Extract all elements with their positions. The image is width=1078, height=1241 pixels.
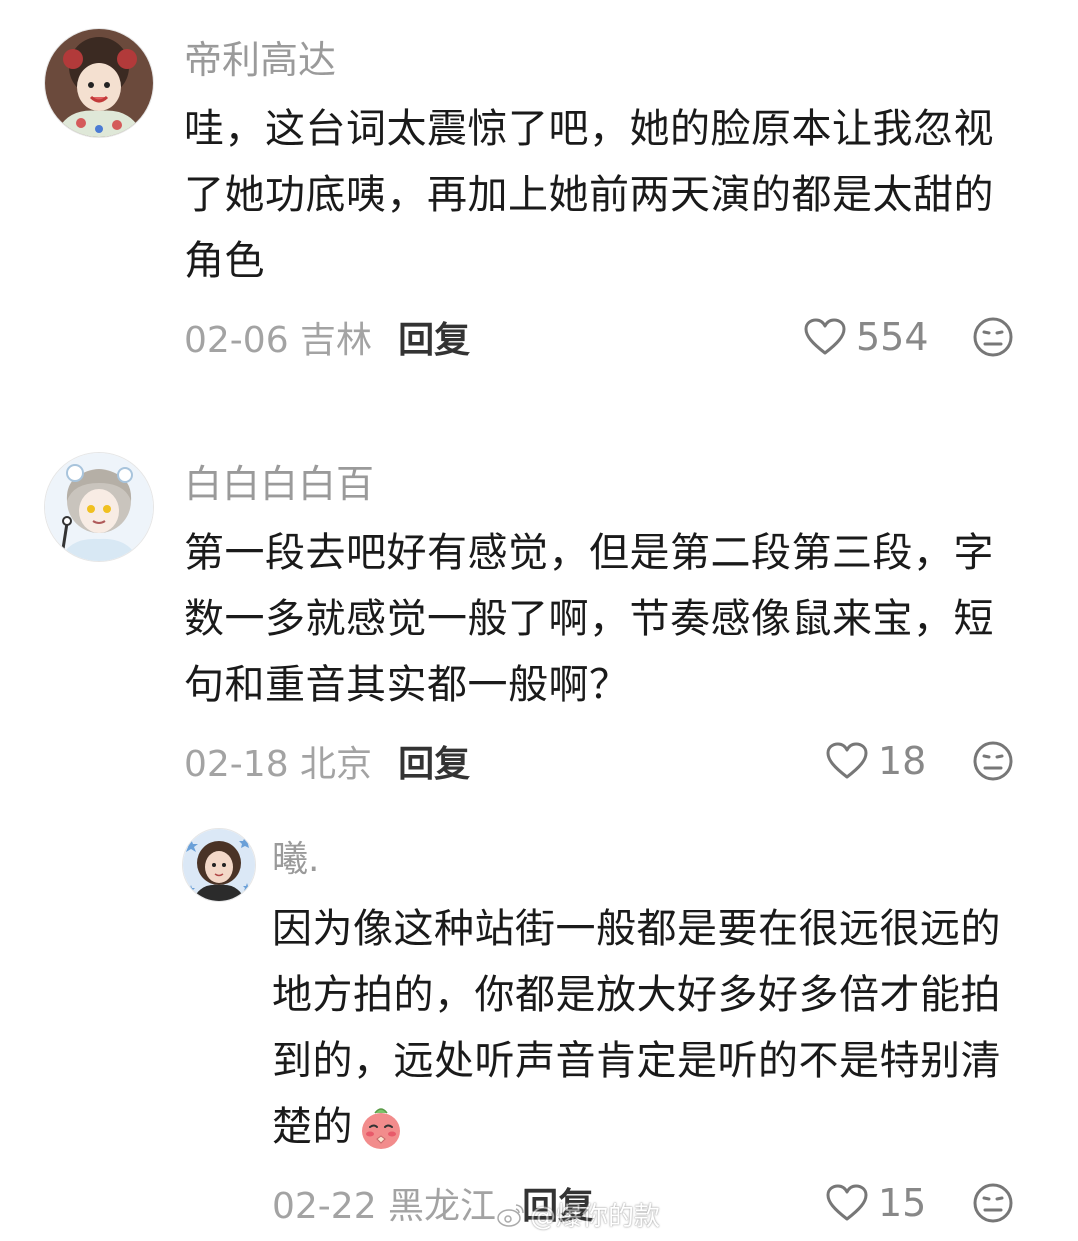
comment-date-location: 02-06 吉林 [184,320,373,361]
avatar-image [45,29,153,137]
comment-username[interactable]: 曦. [272,838,319,882]
comment-text: 因为像这种站街一般都是要在很远很远的 地方拍的，你都是放大好多好多倍才能拍 到的… [272,896,1001,1160]
comment-username[interactable]: 帝利高达 [184,38,336,82]
shy-emoji-icon [362,1108,400,1149]
comment-text: 第一段去吧好有感觉，但是第二段第三段，字 数一多就感觉一般了啊，节奏感像鼠来宝，… [184,520,994,718]
avatar[interactable] [44,452,154,562]
comment-text-line: 因为像这种站街一般都是要在很远很远的 [272,906,1001,952]
like-count: 554 [856,315,929,359]
heart-outline-icon [826,1184,868,1221]
avatar-image [45,453,153,561]
avatar-image [183,829,255,901]
like-count: 15 [878,1181,927,1225]
like-button[interactable]: 554 [804,312,929,362]
reaction-button[interactable] [972,740,1014,786]
reaction-button[interactable] [972,316,1014,362]
like-button[interactable]: 18 [826,736,926,786]
reaction-button[interactable] [972,1182,1014,1228]
like-count: 18 [878,739,927,783]
comment-text-line: 第一段去吧好有感觉，但是第二段第三段，字 [184,530,994,576]
comment-text-line: 楚的 [272,1094,1001,1160]
like-button[interactable]: 15 [826,1178,926,1228]
weibo-logo-icon [497,1203,524,1227]
comment-text-line: 到的，远处听声音肯定是听的不是特别清 [272,1038,1001,1084]
heart-outline-icon [804,318,846,355]
comment-username[interactable]: 白白白白百 [184,462,374,506]
comment-text-line: 了她功底咦，再加上她前两天演的都是太甜的 [184,172,994,218]
watermark: @爆你的款 [496,1196,660,1233]
comment-text-line: 角色 [184,238,265,284]
comment-date-location: 02-18 北京 [184,744,373,785]
comment-text-segment: 楚的 [272,1104,353,1150]
comment-date-location: 02-22 黑龙江 [272,1186,497,1227]
comment-meta: 02-06 吉林 回复 [184,312,470,362]
avatar[interactable] [44,28,154,138]
reply-button[interactable]: 回复 [398,311,470,363]
comment-text-line: 地方拍的，你都是放大好多好多倍才能拍 [272,972,1001,1018]
reply-button[interactable]: 回复 [398,735,470,787]
heart-outline-icon [826,742,868,779]
comment-text-line: 哇，这台词太震惊了吧，她的脸原本让我忽视 [184,106,994,152]
comment-text-line: 数一多就感觉一般了啊，节奏感像鼠来宝，短 [184,596,994,642]
neutral-face-icon [973,1183,1013,1223]
neutral-face-icon [973,741,1013,781]
comment-text: 哇，这台词太震惊了吧，她的脸原本让我忽视 了她功底咦，再加上她前两天演的都是太甜… [184,96,994,294]
comment-text-line: 句和重音其实都一般啊？ [184,662,630,708]
avatar[interactable] [182,828,256,902]
comment-meta: 02-18 北京 回复 [184,736,470,786]
neutral-face-icon [973,317,1013,357]
watermark-text: @爆你的款 [530,1202,661,1232]
